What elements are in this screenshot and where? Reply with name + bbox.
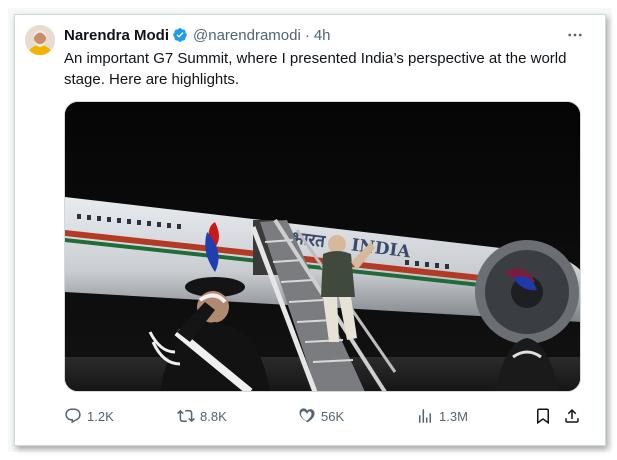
retweet-icon	[177, 409, 195, 423]
reply-count: 1.2K	[87, 408, 114, 424]
like-count: 56K	[321, 408, 345, 424]
retweet-button[interactable]: 8.8K	[177, 405, 227, 427]
avatar[interactable]	[25, 25, 55, 55]
tweet-header: Narendra Modi @narendramodi · 4h	[64, 25, 331, 45]
views-chart-icon	[419, 409, 431, 423]
tweet-text: An important G7 Summit, where I presente…	[64, 50, 567, 88]
more-options-icon[interactable]	[563, 25, 587, 45]
tweet-actions: 1.2K 8.8K 56K 1.3M	[64, 405, 585, 427]
reply-icon	[65, 408, 81, 424]
avatar-image	[25, 25, 55, 55]
views-button[interactable]: 1.3M	[416, 405, 468, 427]
tweet-card: Narendra Modi @narendramodi · 4h An impo…	[14, 14, 606, 446]
views-count: 1.3M	[439, 408, 468, 424]
heart-icon	[299, 408, 315, 423]
video-frame-image: भारत ◎ INDIA	[65, 102, 580, 391]
separator-dot: ·	[304, 26, 310, 44]
author-name[interactable]: Narendra Modi	[64, 27, 169, 44]
author-handle[interactable]: @narendramodi	[193, 27, 301, 44]
retweet-count: 8.8K	[200, 408, 227, 424]
verified-badge-icon	[172, 27, 188, 43]
timestamp[interactable]: 4h	[314, 27, 331, 44]
like-button[interactable]: 56K	[298, 405, 344, 427]
share-icon[interactable]	[562, 406, 582, 426]
reply-button[interactable]: 1.2K	[64, 405, 114, 427]
tweet-media-video[interactable]: भारत ◎ INDIA	[64, 101, 581, 392]
bookmark-icon[interactable]	[533, 406, 553, 426]
